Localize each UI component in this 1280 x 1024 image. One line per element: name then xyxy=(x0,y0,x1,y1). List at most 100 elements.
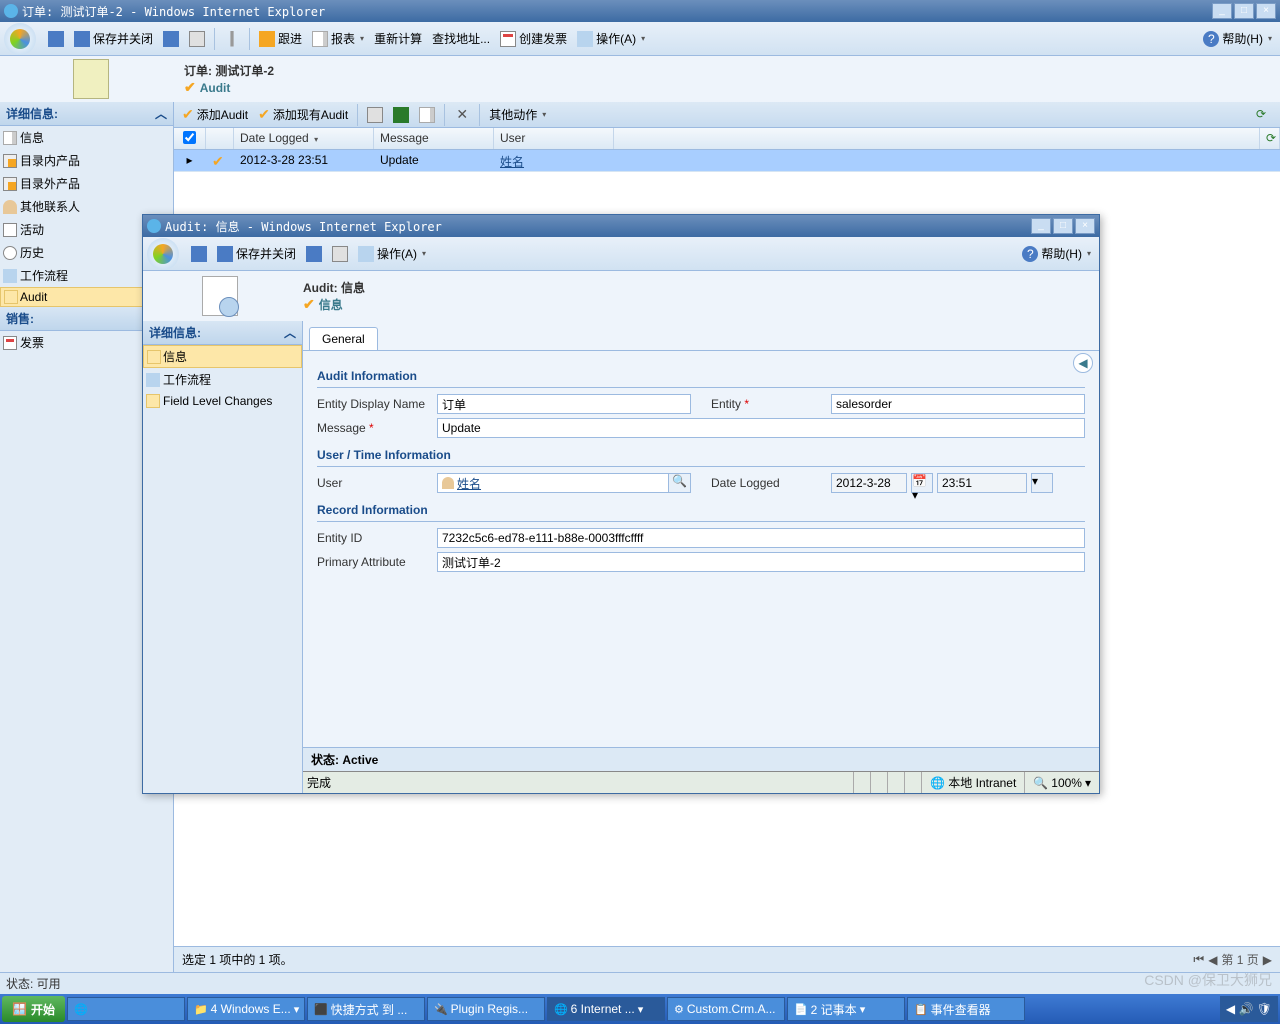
export-button[interactable] xyxy=(363,104,387,126)
close-button[interactable]: × xyxy=(1256,3,1276,19)
task-plugin[interactable]: 🔌 Plugin Regis... xyxy=(427,997,545,1021)
refresh-col-icon[interactable]: ⟳ xyxy=(1260,128,1280,149)
maximize-button[interactable]: □ xyxy=(1234,3,1254,19)
select-all-checkbox[interactable] xyxy=(183,131,196,144)
modal-maximize-button[interactable]: □ xyxy=(1053,218,1073,234)
refresh-icon: ⟳ xyxy=(1256,107,1272,123)
chevron-up-icon[interactable]: ︿ xyxy=(155,105,167,122)
save-button[interactable] xyxy=(44,28,68,50)
modal-help-button[interactable]: ?帮助(H)▾ xyxy=(1018,243,1095,265)
attach-button[interactable] xyxy=(220,28,244,50)
save-close-button[interactable]: 保存并关闭 xyxy=(70,28,157,50)
sidebar-section-details: 详细信息:︿ xyxy=(0,102,173,126)
invoice-icon xyxy=(500,31,516,47)
save-new-button[interactable] xyxy=(159,28,183,50)
modal-print-button[interactable] xyxy=(328,243,352,265)
section-user-time: User / Time Information xyxy=(317,444,1085,467)
task-notepad[interactable]: 📄 2 记事本 ▾ xyxy=(787,997,905,1021)
grid-row[interactable]: ▸ ✔ 2012-3-28 23:51 Update 姓名 xyxy=(174,150,1280,172)
add-audit-button[interactable]: ✔添加Audit xyxy=(178,104,252,126)
taskbar: 🪟 开始 🌐 📁 4 Windows E... ▾ ⬛ 快捷方式 到 ... 🔌… xyxy=(0,994,1280,1024)
start-button[interactable]: 🪟 开始 xyxy=(2,996,65,1022)
actions-button[interactable]: 操作(A)▾ xyxy=(573,28,649,50)
attach-icon xyxy=(224,31,240,47)
sidebar-item-catalog-products[interactable]: 目录内产品 xyxy=(0,149,173,172)
sidebar-item-writein-products[interactable]: 目录外产品 xyxy=(0,172,173,195)
parent-titlebar: 订单: 测试订单-2 - Windows Internet Explorer _… xyxy=(0,0,1280,22)
refresh-button[interactable]: ⟳ xyxy=(1252,104,1276,126)
task-ie[interactable]: 🌐 6 Internet ... ▾ xyxy=(547,997,665,1021)
ie-icon xyxy=(4,4,18,18)
modal-status: 状态: Active xyxy=(303,747,1099,771)
modal-side-info[interactable]: 信息 xyxy=(143,345,302,368)
user-lookup[interactable]: 姓名 🔍 xyxy=(437,473,691,493)
modal-close-button[interactable]: × xyxy=(1075,218,1095,234)
recalc-button[interactable]: 重新计算 xyxy=(370,28,426,50)
add-existing-audit-button[interactable]: ✔添加现有Audit xyxy=(254,104,352,126)
entity-display-name-input[interactable] xyxy=(437,394,691,414)
parent-header: 订单: 测试订单-2 ✔Audit xyxy=(0,56,1280,102)
task-shortcut[interactable]: ⬛ 快捷方式 到 ... xyxy=(307,997,425,1021)
message-input[interactable] xyxy=(437,418,1085,438)
print-button[interactable] xyxy=(185,28,209,50)
modal-title: Audit: 信息 - Windows Internet Explorer xyxy=(165,218,1031,235)
modal-side-field-changes[interactable]: Field Level Changes xyxy=(143,391,302,411)
entity-input[interactable] xyxy=(831,394,1085,414)
col-message[interactable]: Message xyxy=(374,128,494,149)
form-area: Audit Information Entity Display Name En… xyxy=(303,350,1099,747)
entity-id-input[interactable] xyxy=(437,528,1085,548)
task-explorer[interactable]: 📁 4 Windows E... ▾ xyxy=(187,997,305,1021)
task-custom[interactable]: ⚙ Custom.Crm.A... xyxy=(667,997,785,1021)
primary-attr-input[interactable] xyxy=(437,552,1085,572)
minimize-button[interactable]: _ xyxy=(1212,3,1232,19)
next-page-button[interactable]: ▶ xyxy=(1263,953,1272,967)
save-new-icon xyxy=(163,31,179,47)
lookup-icon[interactable]: 🔍 xyxy=(669,473,691,493)
lookup-addr-button[interactable]: 查找地址... xyxy=(428,28,494,50)
mail-button[interactable] xyxy=(415,104,439,126)
ie-icon xyxy=(147,219,161,233)
quick-ie[interactable]: 🌐 xyxy=(67,997,185,1021)
modal-save-new-button[interactable] xyxy=(302,243,326,265)
grid-header: Date Logged ▾ Message User ⟳ xyxy=(174,128,1280,150)
user-icon xyxy=(442,477,454,489)
sub-toolbar: ✔添加Audit ✔添加现有Audit ✕ 其他动作▾ ⟳ xyxy=(174,102,1280,128)
user-link[interactable]: 姓名 xyxy=(500,155,524,169)
parent-title: 订单: 测试订单-2 - Windows Internet Explorer xyxy=(22,3,1212,20)
parent-toolbar: 保存并关闭 跟进 报表▾ 重新计算 查找地址... 创建发票 操作(A)▾ ?帮… xyxy=(0,22,1280,56)
user-link[interactable]: 姓名 xyxy=(457,475,481,492)
calendar-icon[interactable]: 📅▾ xyxy=(911,473,933,493)
report-button[interactable]: 报表▾ xyxy=(308,28,368,50)
flag-icon xyxy=(259,31,275,47)
other-actions-button[interactable]: 其他动作▾ xyxy=(485,104,550,126)
delete-button[interactable]: ✕ xyxy=(450,104,474,126)
modal-save-button[interactable] xyxy=(187,243,211,265)
audit-modal: Audit: 信息 - Windows Internet Explorer _ … xyxy=(142,214,1100,794)
first-page-button[interactable]: ⏮ xyxy=(1193,952,1204,967)
col-user[interactable]: User xyxy=(494,128,614,149)
collapse-button[interactable]: ◀ xyxy=(1073,353,1093,373)
modal-save-close-button[interactable]: 保存并关闭 xyxy=(213,243,300,265)
time-input[interactable] xyxy=(937,473,1027,493)
help-button[interactable]: ?帮助(H)▾ xyxy=(1199,28,1276,50)
date-input[interactable] xyxy=(831,473,907,493)
modal-minimize-button[interactable]: _ xyxy=(1031,218,1051,234)
col-date-logged[interactable]: Date Logged ▾ xyxy=(234,128,374,149)
save-icon xyxy=(48,31,64,47)
excel-button[interactable] xyxy=(389,104,413,126)
chevron-up-icon[interactable]: ︿ xyxy=(284,324,296,341)
modal-side-workflow[interactable]: 工作流程 xyxy=(143,368,302,391)
actions-icon xyxy=(577,31,593,47)
modal-actions-button[interactable]: 操作(A)▾ xyxy=(354,243,430,265)
system-tray[interactable]: ◀ 🔊 🛡 xyxy=(1220,996,1278,1022)
tab-general[interactable]: General xyxy=(309,327,378,350)
follow-button[interactable]: 跟进 xyxy=(255,28,306,50)
time-dd-icon[interactable]: ▾ xyxy=(1031,473,1053,493)
modal-header-line2: 信息 xyxy=(319,296,343,313)
sidebar-item-info[interactable]: 信息 xyxy=(0,126,173,149)
task-eventvwr[interactable]: 📋 事件查看器 xyxy=(907,997,1025,1021)
prev-page-button[interactable]: ◀ xyxy=(1208,953,1217,967)
create-invoice-button[interactable]: 创建发票 xyxy=(496,28,571,50)
modal-zoom[interactable]: 🔍 100% ▾ xyxy=(1024,772,1099,793)
crm-logo-icon xyxy=(4,23,36,55)
